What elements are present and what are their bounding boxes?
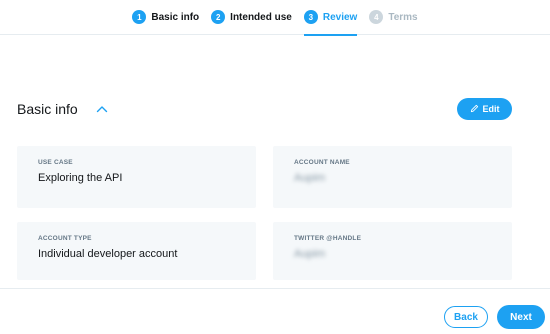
pencil-icon [470,104,479,115]
account-name-value: Aupim [294,172,326,184]
step-intended-use[interactable]: 2 Intended use [211,0,292,35]
edit-label: Edit [482,104,500,114]
section-header: Basic info Edit [17,96,512,122]
next-button[interactable]: Next [497,305,545,329]
edit-button[interactable]: Edit [457,98,512,120]
step-number: 4 [369,10,384,24]
use-case-label: USE CASE [38,159,73,166]
step-label: Basic info [151,11,200,23]
twitter-handle-value: Aupim [294,248,326,260]
twitter-handle-card: TWITTER @HANDLE Aupim [273,222,512,280]
account-type-card: ACCOUNT TYPE Individual developer accoun… [17,222,256,280]
step-review[interactable]: 3 Review [303,0,358,36]
back-button[interactable]: Back [444,306,488,328]
chevron-up-icon[interactable] [96,102,110,116]
account-type-label: ACCOUNT TYPE [38,235,92,242]
step-number: 1 [132,10,147,24]
step-label: Terms [388,11,418,23]
step-label: Intended use [230,11,292,23]
step-label: Review [322,11,358,23]
stepper: 1 Basic info 2 Intended use 3 Review 4 T… [0,0,550,36]
use-case-value: Exploring the API [38,172,123,184]
step-terms: 4 Terms [369,0,418,35]
use-case-card: USE CASE Exploring the API [17,146,256,208]
footer: Back Next [0,288,550,334]
account-name-label: ACCOUNT NAME [294,159,350,166]
section-title: Basic info [17,101,78,117]
step-number: 2 [211,10,226,24]
step-number: 3 [303,10,318,24]
twitter-handle-label: TWITTER @HANDLE [294,235,362,242]
account-type-value: Individual developer account [38,248,178,260]
step-basic-info[interactable]: 1 Basic info [132,0,199,35]
account-name-card: ACCOUNT NAME Aupim [273,146,512,208]
